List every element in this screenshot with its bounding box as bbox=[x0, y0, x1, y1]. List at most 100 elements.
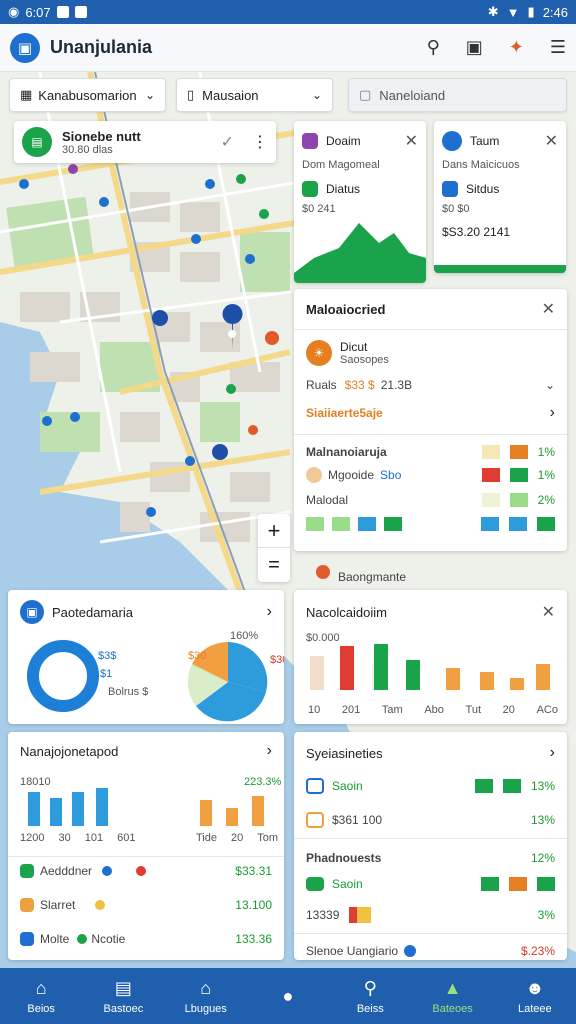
panel-icon: ▣ bbox=[20, 600, 44, 624]
panel-pie[interactable]: ▣ Paotedamaria › $3$ $1 Bolrus $ 160% $3… bbox=[8, 590, 284, 724]
x-label: 10 bbox=[308, 704, 321, 716]
chevron-right-icon[interactable]: › bbox=[267, 603, 272, 621]
x-label: ACo bbox=[536, 704, 558, 716]
building-icon: ⌂ bbox=[200, 977, 212, 998]
bar-swatch bbox=[332, 517, 350, 531]
filter-field-3[interactable]: ▢ Naneloiand bbox=[348, 78, 567, 112]
status-icon bbox=[302, 181, 318, 197]
panel-stats[interactable]: Syeiasineties › Saoin 13% $361 100 13% P… bbox=[294, 732, 567, 960]
price-label: Ruals bbox=[306, 378, 337, 392]
menu-icon[interactable]: ☰ bbox=[550, 37, 566, 58]
nav-label: Bastoec bbox=[103, 1002, 144, 1015]
close-icon[interactable]: ✕ bbox=[542, 602, 555, 622]
poi-icon: ☀ bbox=[306, 340, 332, 366]
row-label: 13339 bbox=[306, 908, 340, 922]
close-icon[interactable]: ✕ bbox=[545, 131, 558, 151]
bar bbox=[446, 668, 460, 690]
filter-label-3: Naneloiand bbox=[379, 87, 446, 103]
zoom-out-button[interactable]: = bbox=[258, 548, 290, 582]
x-label: Abo bbox=[424, 704, 444, 716]
app-title: Unanjulania bbox=[50, 37, 153, 57]
list-row[interactable]: Molte Ncotie 133.36 bbox=[20, 932, 272, 946]
chevron-right-icon[interactable]: › bbox=[550, 404, 555, 422]
close-icon[interactable]: ✕ bbox=[405, 131, 418, 151]
map-place-label: Baongmante bbox=[338, 570, 407, 584]
row-icon bbox=[20, 864, 34, 878]
nav-center[interactable]: ● bbox=[253, 986, 323, 1007]
chevron-right-icon[interactable]: › bbox=[550, 744, 555, 762]
panel-stats-title: Syeiasineties bbox=[306, 745, 383, 761]
close-icon[interactable]: ✕ bbox=[542, 299, 555, 319]
list-x-left: 1200 30 101 601 bbox=[20, 832, 135, 844]
filter-dropdown-1[interactable]: ▦ Kanabusomarion ⌄ bbox=[9, 78, 166, 112]
chevron-right-icon[interactable]: › bbox=[267, 742, 272, 760]
chevron-down-icon[interactable]: ⌄ bbox=[545, 378, 555, 392]
filter-dropdown-2[interactable]: ▯ Mausaion ⌄ bbox=[176, 78, 333, 112]
bar bbox=[480, 672, 494, 690]
stats-row[interactable]: $361 100 13% bbox=[294, 798, 567, 838]
nav-alerts[interactable]: ▲ Bateoes bbox=[418, 978, 488, 1015]
nav-dashboard[interactable]: ▤ Bastoec bbox=[88, 978, 158, 1015]
x-label: Tide bbox=[196, 832, 217, 844]
nav-label: Lbugues bbox=[184, 1002, 227, 1015]
stats-row[interactable]: 13339 3% bbox=[294, 899, 567, 933]
calendar-icon: ▦ bbox=[20, 87, 33, 102]
row-value: 2% bbox=[537, 493, 555, 507]
zoom-in-button[interactable]: + bbox=[258, 514, 290, 548]
legend-swatch bbox=[509, 493, 528, 507]
row-icon bbox=[306, 877, 324, 891]
pie-pct: 160% bbox=[230, 630, 259, 642]
filter-label-2: Mausaion bbox=[202, 87, 259, 103]
app-logo-icon: ▣ bbox=[10, 32, 40, 63]
x-label: Tom bbox=[257, 832, 279, 844]
location-icon[interactable]: ✦ bbox=[509, 37, 524, 58]
row-icon bbox=[20, 932, 34, 946]
mini1-label: Diatus bbox=[326, 182, 361, 196]
bar bbox=[96, 788, 108, 826]
poi-subtitle: Saosopes bbox=[340, 354, 389, 366]
stats-section-value: 12% bbox=[530, 851, 555, 865]
x-label: 20 bbox=[231, 832, 244, 844]
panel-bars[interactable]: Nacolcaidoiim ✕ $0.000 10 201 Tam Abo Tu… bbox=[294, 590, 567, 724]
bars-ylabel: $0.000 bbox=[306, 632, 340, 644]
mini-card-1[interactable]: Doaim ✕ Dom Magomeal Diatus $0 241 bbox=[294, 121, 426, 283]
dashboard-icon: ▤ bbox=[114, 977, 132, 998]
bar-swatch bbox=[537, 517, 555, 531]
list-row[interactable]: Aedddner $33.31 bbox=[20, 864, 272, 878]
stats-row[interactable]: Saoin 13% bbox=[294, 774, 567, 798]
x-label: 30 bbox=[58, 832, 71, 844]
mini-card-2[interactable]: Taum ✕ Dans Maicicuos Sitdus $0 $0 $S3.2… bbox=[434, 121, 566, 273]
chevron-down-icon: ⌄ bbox=[144, 88, 155, 102]
check-icon[interactable]: ✓ bbox=[221, 132, 234, 152]
ring-label: $3$ bbox=[98, 650, 117, 662]
more-icon[interactable]: ⋮ bbox=[252, 132, 268, 152]
layers-icon[interactable]: ▣ bbox=[466, 37, 483, 58]
bar bbox=[340, 646, 354, 690]
stats-row[interactable]: Saoin bbox=[294, 869, 567, 899]
details-panel[interactable]: Maloaiocried ✕ ☀ Dicut Saosopes Ruals $3… bbox=[294, 289, 567, 551]
row-value: 13% bbox=[530, 813, 555, 827]
place-card[interactable]: ▤ Sionebe nutt 30.80 dlas ✓ ⋮ bbox=[14, 121, 276, 163]
bookmark-icon: ▯ bbox=[187, 87, 195, 102]
bar-swatch bbox=[509, 517, 527, 531]
dot-icon bbox=[95, 900, 106, 910]
legend-swatch bbox=[537, 877, 555, 891]
row-label: Slarret bbox=[40, 898, 76, 912]
search-icon[interactable]: ⚲ bbox=[427, 37, 440, 58]
panel-bars-title: Nacolcaidoiim bbox=[306, 604, 387, 620]
details-link[interactable]: Siaiiaerte5aje bbox=[306, 406, 383, 420]
row-value: 13.100 bbox=[235, 898, 272, 912]
row-label: $361 100 bbox=[332, 813, 383, 827]
nav-home[interactable]: ⌂ Beios bbox=[6, 978, 76, 1015]
list-row[interactable]: Slarret 13.100 bbox=[20, 898, 272, 912]
nav-profile[interactable]: ☻ Lateee bbox=[500, 978, 570, 1015]
row-label: Aedddner bbox=[40, 864, 93, 878]
bar-swatch bbox=[481, 517, 499, 531]
bar bbox=[510, 678, 524, 690]
nav-places[interactable]: ⌂ Lbugues bbox=[171, 978, 241, 1015]
bar-swatch bbox=[358, 517, 376, 531]
bluetooth-icon: ✱ bbox=[487, 4, 499, 19]
row3-label: Malodal bbox=[306, 493, 349, 507]
nav-search[interactable]: ⚲ Beiss bbox=[335, 978, 405, 1015]
panel-list[interactable]: Nanajojonetapod › 18010 223.3% 1200 30 1… bbox=[8, 732, 284, 960]
